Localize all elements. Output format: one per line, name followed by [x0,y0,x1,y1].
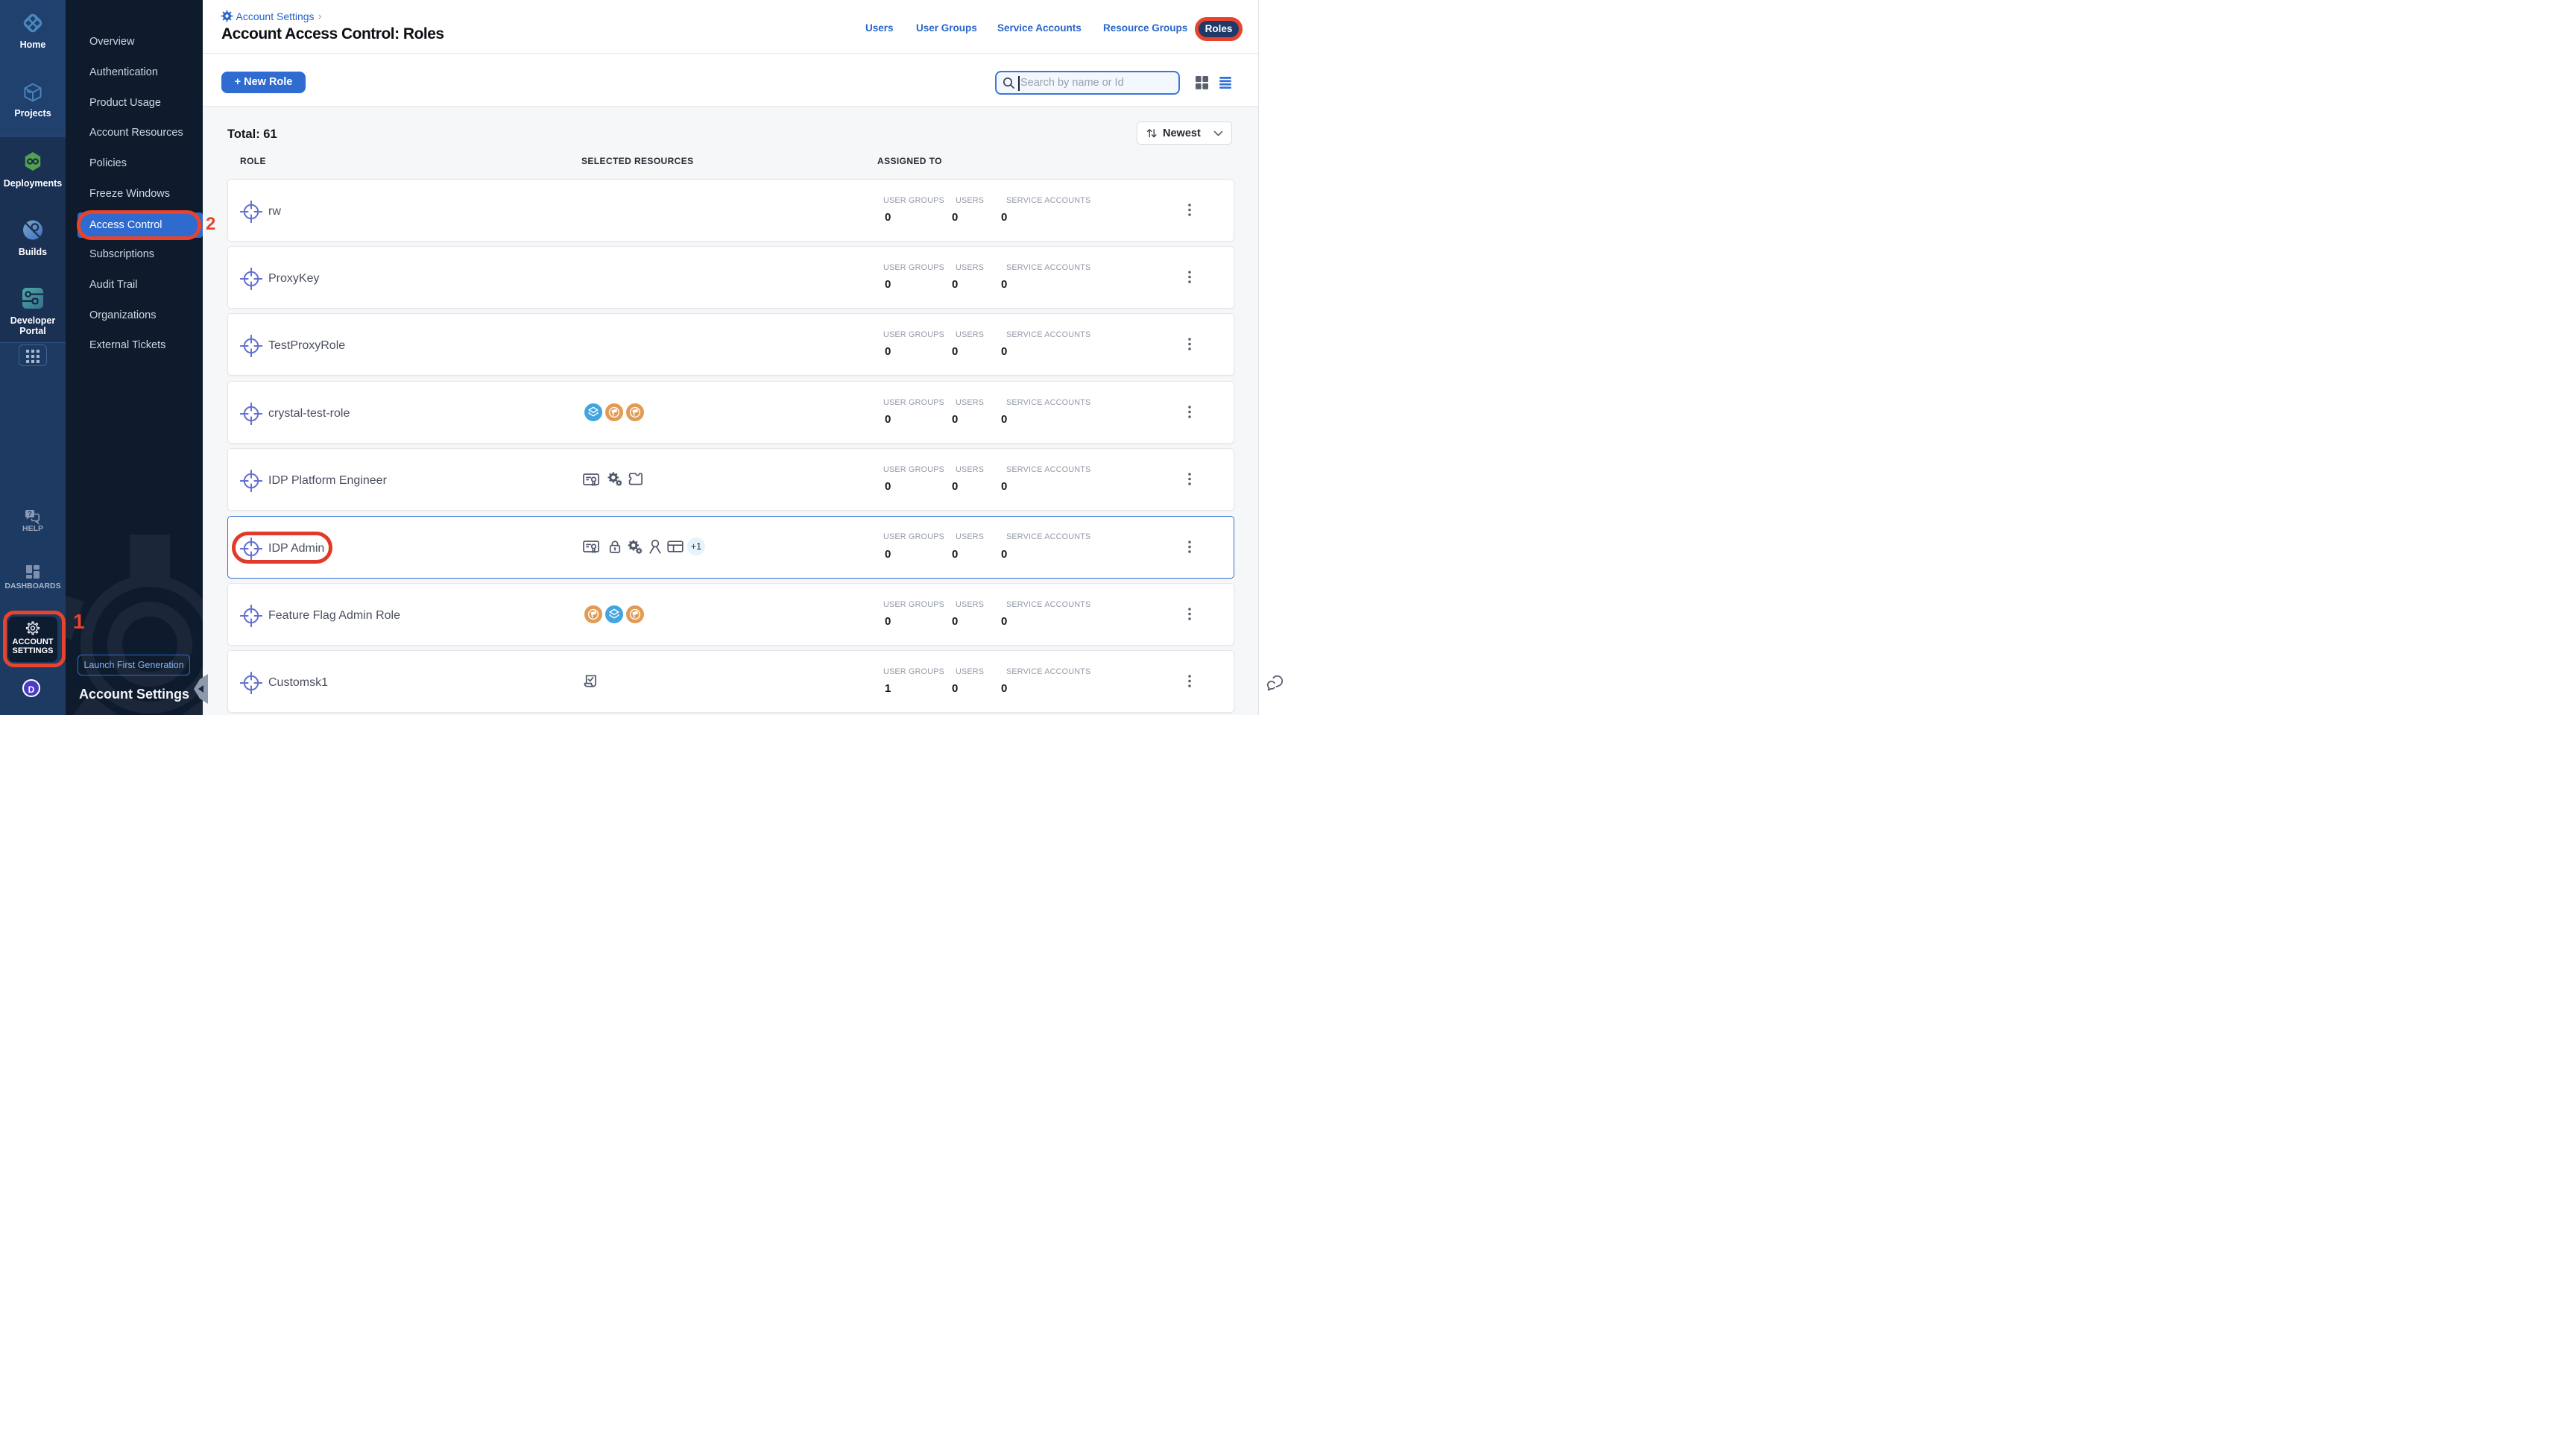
svg-text:?: ? [28,510,32,518]
